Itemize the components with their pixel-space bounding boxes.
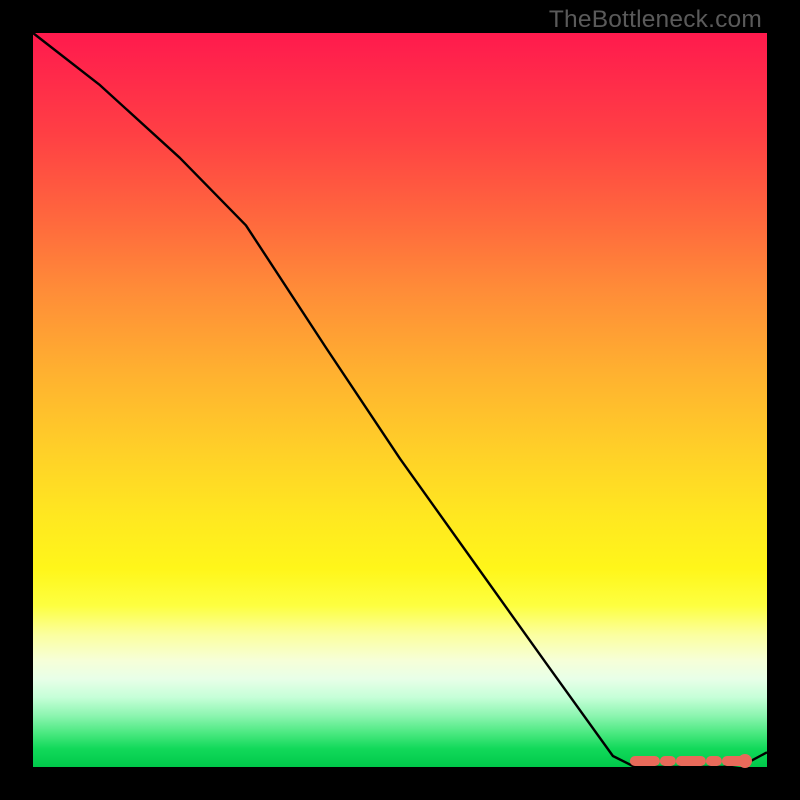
chart-svg (33, 33, 767, 767)
outer-frame: TheBottleneck.com (0, 0, 800, 800)
bottleneck-curve (33, 33, 767, 767)
watermark-text: TheBottleneck.com (549, 6, 762, 34)
optimal-range-end-dot (738, 754, 752, 768)
